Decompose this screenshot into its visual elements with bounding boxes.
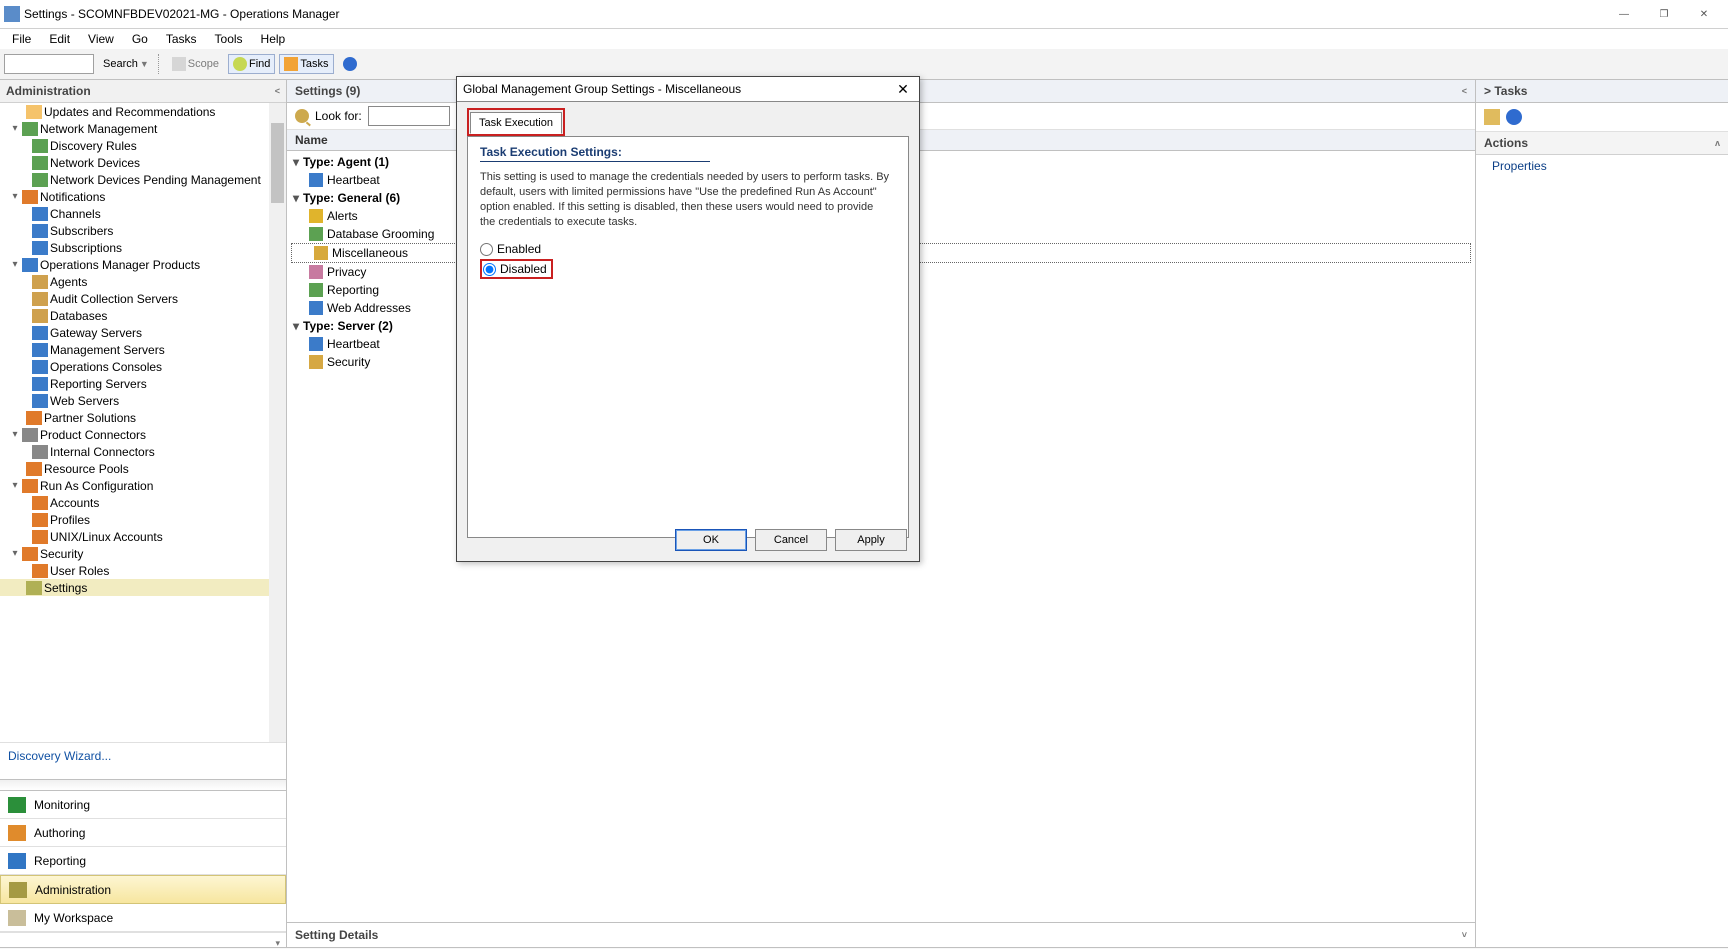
nav-item-channels[interactable]: Channels (0, 205, 286, 222)
lookfor-label: Look for: (315, 109, 362, 123)
dialog-cancel-button[interactable]: Cancel (755, 529, 827, 551)
nav-item-network[interactable]: ▾Network Management (0, 120, 286, 137)
toolbar-find-button[interactable]: Find (228, 54, 275, 74)
nav-item-subscriptions[interactable]: Subscriptions (0, 239, 286, 256)
tasks-pane: > Tasks Actionsʌ Properties (1475, 80, 1728, 947)
highlight-disabled: Disabled (480, 259, 553, 279)
reporting-icon (8, 853, 26, 869)
nav-item-unix[interactable]: UNIX/Linux Accounts (0, 528, 286, 545)
nav-item-mgmt[interactable]: Management Servers (0, 341, 286, 358)
app-icon (4, 6, 20, 22)
nav-item-notif[interactable]: ▾Notifications (0, 188, 286, 205)
nav-item-userroles[interactable]: User Roles (0, 562, 286, 579)
toolbar-search-button[interactable]: Search ▼ (98, 55, 154, 73)
nav-item-profiles[interactable]: Profiles (0, 511, 286, 528)
nav-section-reporting[interactable]: Reporting (0, 847, 286, 875)
nav-item-repsrv[interactable]: Reporting Servers (0, 375, 286, 392)
menu-tasks[interactable]: Tasks (158, 30, 205, 48)
toolbar-scope-button[interactable]: Scope (167, 54, 224, 74)
nav-item-websrv[interactable]: Web Servers (0, 392, 286, 409)
nav-scrollbar[interactable] (269, 103, 286, 742)
nav-item-runas[interactable]: ▾Run As Configuration (0, 477, 286, 494)
nav-item-auditcoll[interactable]: Audit Collection Servers (0, 290, 286, 307)
nav-item-prodconn[interactable]: ▾Product Connectors (0, 426, 286, 443)
search-icon (295, 109, 309, 123)
nav-item-opcons[interactable]: Operations Consoles (0, 358, 286, 375)
nav-section-workspace[interactable]: My Workspace (0, 904, 286, 932)
nav-item-databases[interactable]: Databases (0, 307, 286, 324)
nav-item-subscribers[interactable]: Subscribers (0, 222, 286, 239)
dialog-titlebar[interactable]: Global Management Group Settings - Misce… (457, 77, 919, 102)
nav-header: Administration< (0, 80, 286, 103)
nav-tree: Updates and Recommendations ▾Network Man… (0, 103, 286, 742)
find-icon (233, 57, 247, 71)
menubar: File Edit View Go Tasks Tools Help (0, 29, 1728, 49)
minimize-button[interactable]: — (1604, 2, 1644, 26)
nav-item-accounts[interactable]: Accounts (0, 494, 286, 511)
menu-edit[interactable]: Edit (41, 30, 78, 48)
help-icon (343, 57, 357, 71)
dialog-miscellaneous-settings: Global Management Group Settings - Misce… (456, 76, 920, 562)
nav-discovery-wizard[interactable]: Discovery Wizard... (0, 742, 286, 779)
nav-item-omprod[interactable]: ▾Operations Manager Products (0, 256, 286, 273)
workspace-icon (8, 910, 26, 926)
action-properties[interactable]: Properties (1476, 155, 1728, 177)
nav-item-discovery[interactable]: Discovery Rules (0, 137, 286, 154)
authoring-icon (8, 825, 26, 841)
nav-section-authoring[interactable]: Authoring (0, 819, 286, 847)
nav-item-intconn[interactable]: Internal Connectors (0, 443, 286, 460)
menu-tools[interactable]: Tools (207, 30, 251, 48)
nav-sections: Monitoring Authoring Reporting Administr… (0, 790, 286, 932)
monitoring-icon (8, 797, 26, 813)
tasks-icon (284, 57, 298, 71)
nav-item-settings[interactable]: Settings (0, 579, 286, 596)
radio-enabled-label: Enabled (497, 242, 541, 256)
nav-item-security[interactable]: ▾Security (0, 545, 286, 562)
nav-item-respools[interactable]: Resource Pools (0, 460, 286, 477)
titlebar: Settings - SCOMNFBDEV02021-MG - Operatio… (0, 0, 1728, 29)
section-title: Task Execution Settings: (480, 145, 896, 159)
lookfor-input[interactable] (368, 106, 450, 126)
dialog-apply-button[interactable]: Apply (835, 529, 907, 551)
radio-enabled[interactable] (480, 243, 493, 256)
dialog-close-button[interactable]: ✕ (893, 81, 913, 98)
maximize-button[interactable]: ❐ (1644, 2, 1684, 26)
nav-item-updates[interactable]: Updates and Recommendations (0, 103, 286, 120)
close-button[interactable]: ✕ (1684, 2, 1724, 26)
radio-enabled-row[interactable]: Enabled (480, 239, 896, 259)
menu-help[interactable]: Help (253, 30, 294, 48)
menu-go[interactable]: Go (124, 30, 156, 48)
dialog-title: Global Management Group Settings - Misce… (463, 82, 741, 96)
nav-section-monitoring[interactable]: Monitoring (0, 791, 286, 819)
dialog-ok-button[interactable]: OK (675, 529, 747, 551)
menu-file[interactable]: File (4, 30, 39, 48)
nav-collapse-icon[interactable]: < (275, 86, 280, 96)
toolbar-search-input[interactable] (4, 54, 94, 74)
nav-item-partner[interactable]: Partner Solutions (0, 409, 286, 426)
tasks-help-icon[interactable] (1506, 109, 1522, 125)
tasks-header: > Tasks (1476, 80, 1728, 103)
highlight-tab: Task Execution (467, 108, 565, 136)
menu-view[interactable]: View (80, 30, 122, 48)
nav-item-gateway[interactable]: Gateway Servers (0, 324, 286, 341)
toolbar-separator (158, 54, 163, 74)
dialog-tab-page: Task Execution Settings: This setting is… (467, 136, 909, 538)
nav-section-administration[interactable]: Administration (0, 875, 286, 904)
detail-header: Setting Details˅ (287, 922, 1475, 947)
tab-task-execution[interactable]: Task Execution (470, 112, 562, 134)
nav-item-agents[interactable]: Agents (0, 273, 286, 290)
window-title: Settings - SCOMNFBDEV02021-MG - Operatio… (24, 7, 1604, 21)
nav-item-netdev[interactable]: Network Devices (0, 154, 286, 171)
toolbar-tasks-button[interactable]: Tasks (279, 54, 333, 74)
actions-header: Actionsʌ (1476, 132, 1728, 155)
clipboard-icon[interactable] (1484, 109, 1500, 125)
administration-icon (9, 882, 27, 898)
nav-pane: Administration< Updates and Recommendati… (0, 80, 287, 947)
radio-disabled-label: Disabled (500, 262, 547, 276)
radio-disabled[interactable] (483, 263, 496, 276)
toolbar-help-button[interactable] (338, 54, 362, 74)
nav-item-netpend[interactable]: Network Devices Pending Management (0, 171, 286, 188)
section-description: This setting is used to manage the crede… (480, 170, 890, 229)
